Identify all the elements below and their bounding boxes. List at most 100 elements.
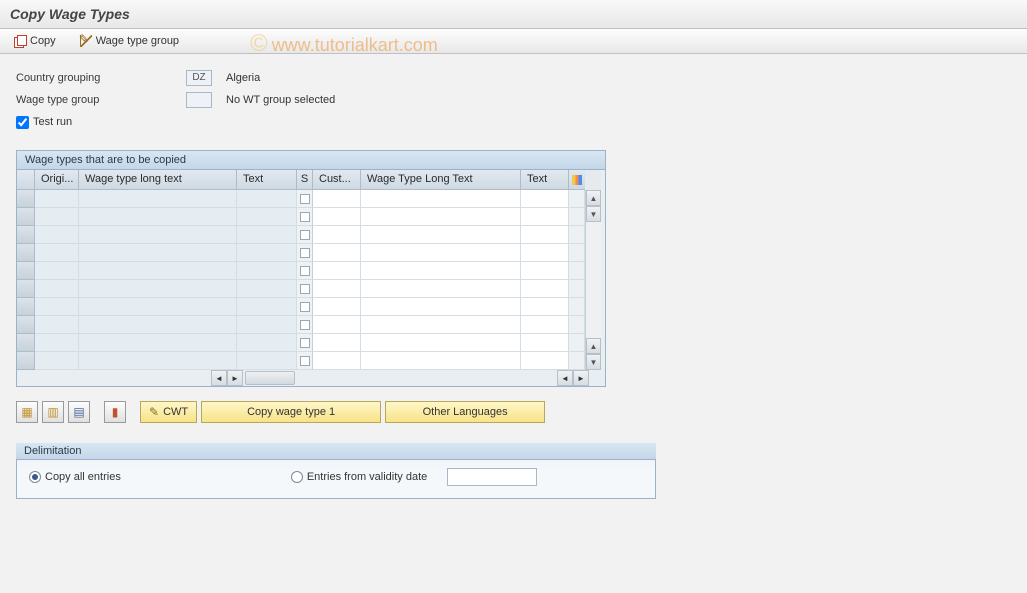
cell[interactable] xyxy=(521,244,569,262)
s-cell[interactable] xyxy=(297,352,313,370)
copy-icon xyxy=(14,35,26,47)
cell[interactable] xyxy=(313,334,361,352)
s-cell[interactable] xyxy=(297,334,313,352)
copy-wage-type-1-button[interactable]: Copy wage type 1 xyxy=(201,401,381,423)
wage-type-group-button[interactable]: Wage type group xyxy=(76,33,183,49)
cell[interactable] xyxy=(313,190,361,208)
s-cell[interactable] xyxy=(297,190,313,208)
row-selector[interactable] xyxy=(17,334,35,352)
cell[interactable] xyxy=(313,316,361,334)
cell[interactable] xyxy=(521,190,569,208)
copy-all-entries-radio[interactable]: Copy all entries xyxy=(29,471,121,483)
select-all-button[interactable]: ▦ xyxy=(16,401,38,423)
s-cell[interactable] xyxy=(297,208,313,226)
col-customer[interactable]: Cust... xyxy=(313,170,361,190)
row-selector[interactable] xyxy=(17,262,35,280)
cell[interactable] xyxy=(35,352,79,370)
hscroll-left-btn[interactable]: ◄ xyxy=(211,370,227,386)
scroll-up2-icon[interactable]: ▲ xyxy=(586,338,601,354)
wage-type-group-field[interactable] xyxy=(186,92,212,108)
cell[interactable] xyxy=(35,298,79,316)
s-cell[interactable] xyxy=(297,280,313,298)
cell[interactable] xyxy=(361,190,521,208)
scroll-down-icon[interactable]: ▼ xyxy=(586,206,601,222)
cell[interactable] xyxy=(313,280,361,298)
table-title: Wage types that are to be copied xyxy=(17,151,605,170)
cell[interactable] xyxy=(521,280,569,298)
cell[interactable] xyxy=(361,226,521,244)
col-text-right[interactable]: Text xyxy=(521,170,569,190)
hscroll-right-btn[interactable]: ► xyxy=(227,370,243,386)
col-longtext-left[interactable]: Wage type long text xyxy=(79,170,237,190)
cell[interactable] xyxy=(313,226,361,244)
cell[interactable] xyxy=(521,226,569,244)
col-longtext-right[interactable]: Wage Type Long Text xyxy=(361,170,521,190)
hscroll-left-btn2[interactable]: ◄ xyxy=(557,370,573,386)
cell[interactable] xyxy=(313,208,361,226)
cell[interactable] xyxy=(521,208,569,226)
entries-from-date-radio[interactable]: Entries from validity date xyxy=(291,471,427,483)
cell[interactable] xyxy=(361,352,521,370)
list-button[interactable]: ▤ xyxy=(68,401,90,423)
row-selector[interactable] xyxy=(17,316,35,334)
cell[interactable] xyxy=(521,352,569,370)
scroll-up-icon[interactable]: ▲ xyxy=(586,190,601,206)
s-cell[interactable] xyxy=(297,226,313,244)
col-text-left[interactable]: Text xyxy=(237,170,297,190)
cell xyxy=(237,280,297,298)
copy-button[interactable]: Copy xyxy=(10,33,60,49)
hscroll-thumb[interactable] xyxy=(245,371,295,385)
cell[interactable] xyxy=(35,262,79,280)
row-selector-header[interactable] xyxy=(17,170,35,190)
col-original[interactable]: Origi... xyxy=(35,170,79,190)
row-selector[interactable] xyxy=(17,226,35,244)
hscroll-right-btn2[interactable]: ► xyxy=(573,370,589,386)
cell[interactable] xyxy=(35,316,79,334)
cell[interactable] xyxy=(35,190,79,208)
cell[interactable] xyxy=(361,298,521,316)
cell[interactable] xyxy=(313,352,361,370)
other-languages-button[interactable]: Other Languages xyxy=(385,401,545,423)
cell[interactable] xyxy=(313,262,361,280)
test-run-checkbox[interactable] xyxy=(16,116,29,129)
validity-date-field[interactable] xyxy=(447,468,537,486)
delete-button[interactable]: ▮ xyxy=(104,401,126,423)
cell[interactable] xyxy=(521,298,569,316)
row-selector[interactable] xyxy=(17,244,35,262)
deselect-all-button[interactable]: ▥ xyxy=(42,401,64,423)
cell[interactable] xyxy=(35,280,79,298)
cell[interactable] xyxy=(35,334,79,352)
s-cell[interactable] xyxy=(297,262,313,280)
cell[interactable] xyxy=(361,262,521,280)
cell[interactable] xyxy=(313,298,361,316)
cell[interactable] xyxy=(361,334,521,352)
col-s[interactable]: S xyxy=(297,170,313,190)
cell[interactable] xyxy=(35,208,79,226)
row-selector[interactable] xyxy=(17,190,35,208)
row-selector[interactable] xyxy=(17,352,35,370)
cell[interactable] xyxy=(313,244,361,262)
delimitation-group: Delimitation Copy all entries Entries fr… xyxy=(16,443,656,499)
cell[interactable] xyxy=(35,244,79,262)
cell[interactable] xyxy=(361,208,521,226)
s-cell[interactable] xyxy=(297,298,313,316)
cell[interactable] xyxy=(361,316,521,334)
cwt-button[interactable]: ✎ CWT xyxy=(140,401,197,423)
cell[interactable] xyxy=(35,226,79,244)
row-selector[interactable] xyxy=(17,298,35,316)
s-cell[interactable] xyxy=(297,244,313,262)
row-selector[interactable] xyxy=(17,208,35,226)
cell[interactable] xyxy=(521,334,569,352)
country-grouping-field[interactable]: DZ xyxy=(186,70,212,86)
s-cell[interactable] xyxy=(297,316,313,334)
row-selector[interactable] xyxy=(17,280,35,298)
scroll-down2-icon[interactable]: ▼ xyxy=(586,354,601,370)
cell[interactable] xyxy=(361,244,521,262)
cell[interactable] xyxy=(521,316,569,334)
table-left-pane: Origi... Wage type long text Text ◄ ► xyxy=(17,170,297,386)
delete-icon: ▮ xyxy=(112,405,119,419)
cell[interactable] xyxy=(361,280,521,298)
cell[interactable] xyxy=(521,262,569,280)
table-config-button[interactable] xyxy=(569,170,585,190)
vertical-scrollbar[interactable]: ▲ ▼ ▲ ▼ xyxy=(585,190,601,370)
